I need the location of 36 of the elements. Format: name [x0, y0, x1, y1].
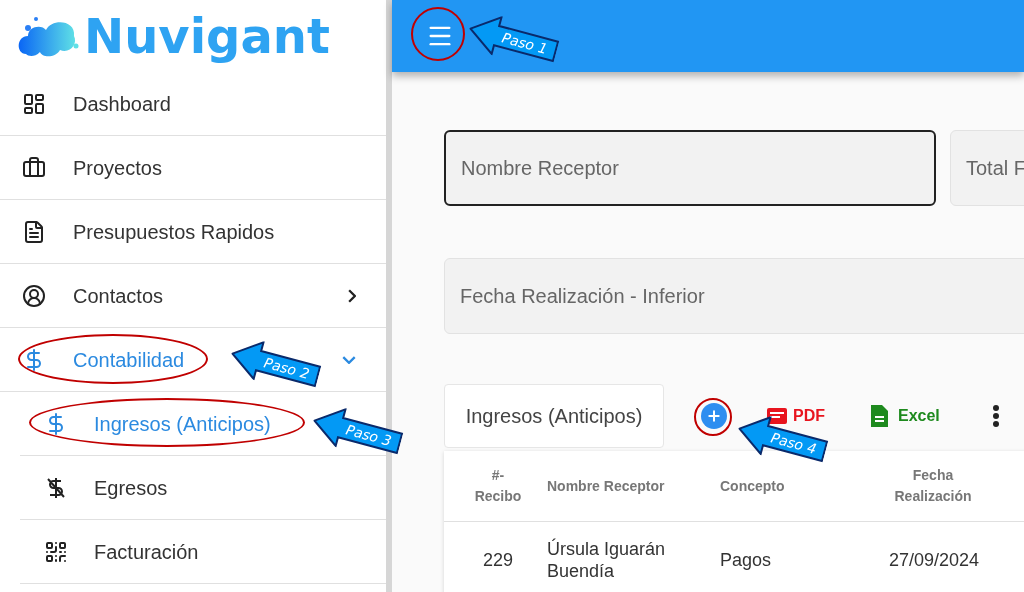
logo-icon	[16, 14, 80, 58]
sidebar-item[interactable]: Proyectos	[22, 152, 162, 183]
crossed-dollar-icon	[44, 475, 68, 500]
sidebar-subitem[interactable]: Egresos	[44, 472, 168, 503]
column-header: #- Recibo	[473, 466, 523, 506]
sidebar-item[interactable]: Contabilidad	[22, 344, 185, 375]
sidebar-item[interactable]: Dashboard	[22, 88, 171, 119]
pdf-file-icon	[767, 408, 787, 424]
callout-label: Paso 4	[768, 428, 819, 459]
document-icon	[22, 219, 46, 244]
chevron-right-icon	[348, 288, 356, 303]
dashboard-icon	[22, 91, 46, 116]
add-button[interactable]	[701, 403, 727, 429]
qr-code-icon	[44, 539, 68, 564]
callout-label: Paso 1	[499, 28, 550, 59]
table-cell-text: 229	[481, 548, 514, 572]
briefcase-icon	[22, 155, 46, 180]
table-cell-text: Úrsula Iguarán Buendía	[547, 538, 667, 582]
callout-label: Paso 2	[261, 353, 312, 384]
excel-button[interactable]: Excel	[871, 404, 940, 428]
chevron-down-icon	[342, 355, 356, 364]
spreadsheet-file-icon	[871, 405, 888, 427]
plus-icon	[706, 408, 722, 424]
user-icon	[22, 283, 46, 308]
sidebar-subitem[interactable]: Ingresos (Anticipos)	[44, 408, 271, 439]
table-cell-text: 27/09/2024	[887, 548, 981, 572]
column-header: Concepto	[720, 476, 786, 496]
sidebar-subitem[interactable]: Facturación	[44, 536, 199, 567]
more-icon	[992, 405, 999, 427]
column-header: Nombre Receptor	[547, 476, 666, 496]
sidebar-item[interactable]: Contactos	[22, 280, 164, 311]
table-cell-text: Pagos	[720, 548, 773, 572]
callout-label: Paso 3	[343, 420, 394, 451]
filter-field[interactable]: Nombre Receptor	[444, 130, 936, 206]
sidebar-item[interactable]: Presupuestos Rapidos	[22, 216, 275, 247]
column-header: Fecha Realización	[893, 466, 973, 506]
